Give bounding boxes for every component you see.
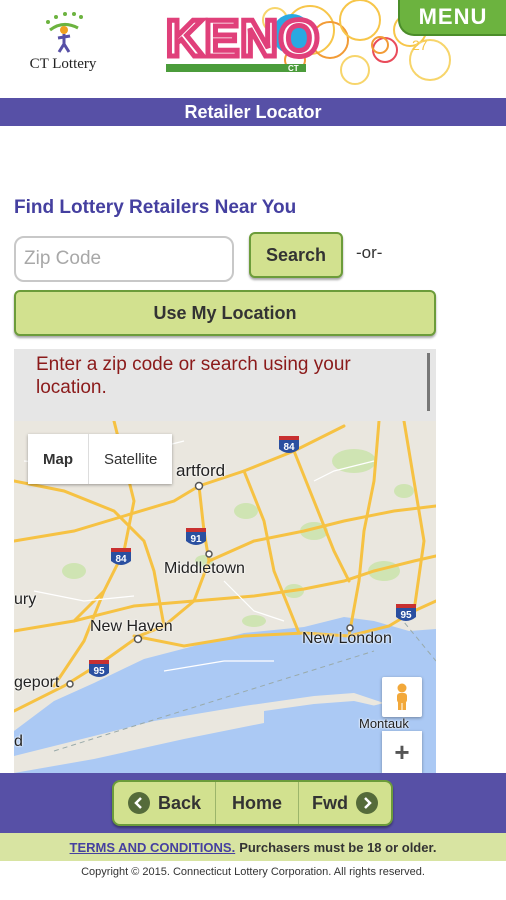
map-label-new-london: New London: [302, 630, 392, 647]
svg-text:27: 27: [412, 37, 428, 53]
pegman-icon: [397, 683, 407, 710]
use-my-location-button[interactable]: Use My Location: [14, 290, 436, 336]
ct-lottery-logo-text: CT Lottery: [29, 56, 97, 72]
route-shield-84-west: 84: [115, 554, 127, 565]
keno-logo-sub: CT: [288, 64, 299, 73]
map-type-map-button[interactable]: Map: [28, 434, 89, 484]
page-title: Retailer Locator: [0, 98, 506, 126]
map-label-montauk: Montauk: [359, 716, 409, 731]
retailer-map[interactable]: 84 91 84 95 95 artford Middletown New Ha…: [14, 421, 436, 773]
nav-button-group: Back Home Fwd: [112, 780, 393, 826]
terms-bar: TERMS AND CONDITIONS. Purchasers must be…: [0, 833, 506, 861]
copyright-notice: Copyright © 2015. Connecticut Lottery Co…: [81, 866, 425, 878]
locator-heading: Find Lottery Retailers Near You: [14, 197, 297, 218]
map-label-hartford: artford: [176, 461, 226, 480]
ct-lottery-logo[interactable]: CT Lottery: [18, 8, 108, 78]
map-type-control: Map Satellite: [28, 434, 173, 484]
back-label: Back: [157, 792, 202, 813]
app-header: CT Lottery 27 KENO CT MENU: [0, 0, 506, 98]
home-button[interactable]: Home: [216, 782, 299, 824]
forward-arrow-icon: [356, 792, 378, 814]
route-shield-84-north: 84: [283, 442, 295, 453]
route-shield-95-east: 95: [400, 610, 412, 621]
message-scrollbar[interactable]: [427, 353, 430, 411]
search-button[interactable]: Search: [249, 232, 343, 278]
ct-lottery-logo-icon: [46, 12, 83, 53]
map-label-middletown: Middletown: [164, 560, 245, 577]
menu-button[interactable]: MENU: [398, 0, 506, 36]
status-message: Enter a zip code or search using your lo…: [36, 354, 351, 398]
bottom-nav-bar: Back Home Fwd: [0, 773, 506, 833]
fwd-label: Fwd: [312, 792, 348, 813]
route-shield-91: 91: [190, 534, 202, 545]
map-label-partial: d: [14, 733, 23, 750]
street-view-pegman[interactable]: [382, 677, 422, 717]
or-separator: -or-: [356, 243, 383, 262]
map-label-waterbury: ury: [14, 591, 37, 608]
map-type-satellite-button[interactable]: Satellite: [89, 434, 172, 484]
home-label: Home: [231, 792, 282, 813]
age-notice: Purchasers must be 18 or older.: [239, 839, 437, 855]
route-shield-95-west: 95: [93, 666, 105, 677]
forward-button[interactable]: Fwd: [299, 782, 391, 824]
terms-and-conditions-link[interactable]: TERMS AND CONDITIONS.: [70, 840, 236, 855]
keno-logo-text: KENO: [166, 10, 320, 68]
zip-code-input[interactable]: [14, 236, 234, 282]
zoom-in-button[interactable]: +: [382, 731, 422, 773]
back-arrow-icon: [127, 792, 150, 814]
status-message-box: Enter a zip code or search using your lo…: [14, 349, 436, 421]
map-label-bridgeport: geport: [14, 674, 60, 691]
back-button[interactable]: Back: [114, 782, 216, 824]
map-label-new-haven: New Haven: [90, 618, 173, 635]
